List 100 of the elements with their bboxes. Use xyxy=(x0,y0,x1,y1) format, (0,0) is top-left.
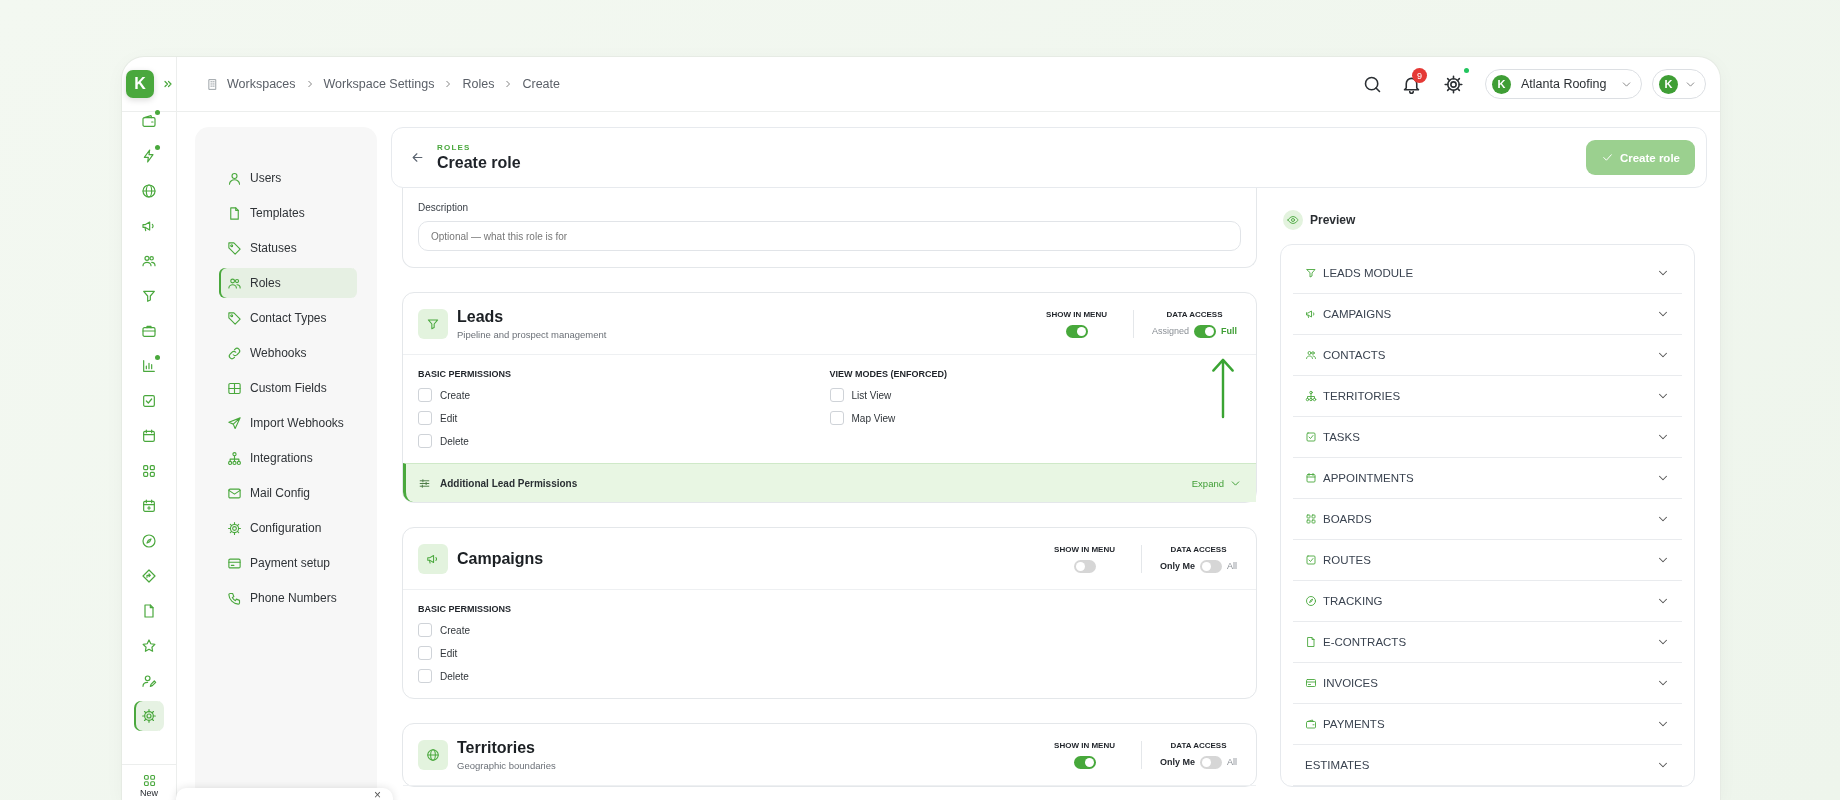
expand-sidebar-button[interactable] xyxy=(162,78,174,90)
settings-nav-item[interactable]: Integrations xyxy=(219,443,357,473)
checkbox[interactable] xyxy=(418,411,432,425)
section-label: BASIC PERMISSIONS xyxy=(418,604,512,614)
hierarchy-icon xyxy=(1305,390,1317,402)
back-arrow-icon xyxy=(410,150,425,165)
preview-menu-item[interactable]: PAYMENTS xyxy=(1293,704,1682,745)
module-title: Territories xyxy=(457,738,536,757)
tag-icon xyxy=(227,310,242,326)
settings-nav-item[interactable]: Webhooks xyxy=(219,338,357,368)
section-label: BASIC PERMISSIONS xyxy=(418,369,512,379)
preview-menu-item[interactable]: APPOINTMENTS xyxy=(1293,458,1682,499)
module-subtitle: Pipeline and prospect management xyxy=(457,328,607,340)
checkbox[interactable] xyxy=(418,623,432,637)
breadcrumb-item[interactable]: Roles xyxy=(462,77,495,91)
user-icon xyxy=(227,170,242,186)
toggle-switch[interactable] xyxy=(1073,559,1096,573)
preview-menu-item[interactable]: INVOICES xyxy=(1293,663,1682,704)
preview-menu-item[interactable]: CAMPAIGNS xyxy=(1293,294,1682,335)
toggle-switch[interactable] xyxy=(1200,755,1222,769)
sidebar-button[interactable] xyxy=(134,700,164,731)
preview-menu-item[interactable]: ESTIMATES xyxy=(1293,745,1682,786)
preview-menu-item[interactable]: ROUTES xyxy=(1293,540,1682,581)
preview-menu-item[interactable]: TRACKING xyxy=(1293,581,1682,622)
checkbox-label: Create xyxy=(440,389,470,401)
settings-nav-item[interactable]: Custom Fields xyxy=(219,373,357,403)
compass-icon xyxy=(1305,595,1317,607)
user-edit-icon xyxy=(141,672,157,689)
additional-permissions-bar[interactable]: Additional Lead Permissions Expand xyxy=(403,463,1256,502)
checkbox[interactable] xyxy=(418,646,432,660)
settings-nav-item[interactable]: Templates xyxy=(219,198,357,228)
settings-nav-item[interactable]: Mail Config xyxy=(219,478,357,508)
checkbox[interactable] xyxy=(418,669,432,683)
checkbox[interactable] xyxy=(829,388,844,402)
preview-menu-item[interactable]: TASKS xyxy=(1293,417,1682,458)
wallet-icon xyxy=(141,112,157,129)
preview-menu-item[interactable]: LEADS MODULE xyxy=(1293,253,1682,294)
toggle-switch[interactable] xyxy=(1073,755,1096,769)
grid-icon xyxy=(1305,513,1317,525)
grid-icon xyxy=(141,773,157,788)
checkbox-label: Create xyxy=(440,624,470,636)
settings-nav-item[interactable]: Import Webhooks xyxy=(219,408,357,438)
document-icon xyxy=(1305,636,1317,648)
people-icon xyxy=(1305,349,1317,361)
breadcrumb-item: Create xyxy=(522,77,560,91)
credit-card-icon xyxy=(227,555,242,571)
globe-icon xyxy=(141,182,157,199)
breadcrumb-item[interactable]: Workspaces xyxy=(227,77,296,91)
preview-menu-item[interactable]: BOARDS xyxy=(1293,499,1682,540)
close-button[interactable]: × xyxy=(362,788,393,800)
checkbox-label: Delete xyxy=(440,435,469,447)
preview-menu-item[interactable]: CONTACTS xyxy=(1293,335,1682,376)
control-label: DATA ACCESS xyxy=(1166,309,1223,319)
checkbox-icon xyxy=(141,392,157,409)
description-input[interactable]: Optional — what this role is for xyxy=(418,221,1241,251)
check-icon xyxy=(1600,151,1614,164)
document-icon xyxy=(227,205,242,221)
mail-icon xyxy=(227,485,242,501)
preview-menu-item[interactable]: TERRITORIES xyxy=(1293,376,1682,417)
toggle-switch[interactable] xyxy=(1065,324,1088,338)
hierarchy-icon xyxy=(227,450,242,466)
settings-nav-item[interactable]: Users xyxy=(219,163,357,193)
breadcrumb-item[interactable]: Workspace Settings xyxy=(323,77,435,91)
module-subtitle: Geographic boundaries xyxy=(457,759,556,771)
checkbox-label: Edit xyxy=(440,647,458,659)
page-title: Create role xyxy=(437,154,521,172)
checkbox-label: List View xyxy=(851,389,892,401)
diamond-arrow-icon xyxy=(141,567,157,584)
settings-nav-item[interactable]: Configuration xyxy=(219,513,357,543)
checkbox[interactable] xyxy=(418,388,432,402)
checkbox[interactable] xyxy=(829,411,844,425)
settings-nav-item[interactable]: Statuses xyxy=(219,233,357,263)
checkbox-label: Edit xyxy=(440,412,458,424)
star-icon xyxy=(141,637,157,654)
calendar-icon xyxy=(1305,472,1317,484)
credit-card-icon xyxy=(1305,677,1317,689)
phone-icon xyxy=(227,590,242,606)
calendar-plus-icon xyxy=(141,497,157,514)
section-label: VIEW MODES (ENFORCED) xyxy=(829,369,948,379)
funnel-icon xyxy=(1305,267,1317,279)
settings-nav-item[interactable]: Contact Types xyxy=(219,303,357,333)
toggle-switch[interactable] xyxy=(1200,559,1222,573)
toggle-switch[interactable] xyxy=(1194,324,1216,338)
megaphone-icon xyxy=(1305,308,1317,320)
paper-plane-icon xyxy=(227,415,242,431)
building-icon xyxy=(206,77,219,91)
settings-nav-item[interactable]: Roles xyxy=(219,268,357,298)
people-icon xyxy=(227,275,242,291)
back-button[interactable] xyxy=(410,150,425,165)
control-label: DATA ACCESS xyxy=(1170,544,1227,554)
notifications-button[interactable]: 9 xyxy=(1395,68,1427,100)
grid-icon xyxy=(141,462,157,479)
checkbox[interactable] xyxy=(418,434,432,448)
settings-nav-item[interactable]: Phone Numbers xyxy=(219,583,357,613)
settings-icon xyxy=(1442,73,1464,95)
document-icon xyxy=(141,602,157,619)
module-title: Campaigns xyxy=(457,549,544,568)
settings-nav-item[interactable]: Payment setup xyxy=(219,548,357,578)
new-button[interactable]: New xyxy=(122,764,176,800)
preview-menu-item[interactable]: E-CONTRACTS xyxy=(1293,622,1682,663)
